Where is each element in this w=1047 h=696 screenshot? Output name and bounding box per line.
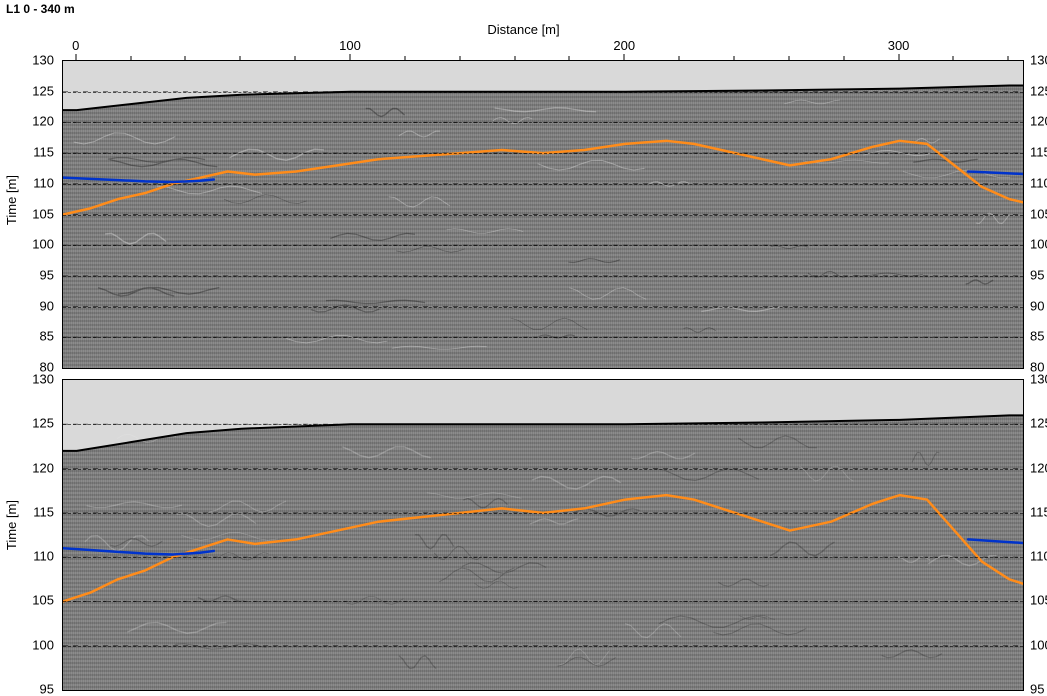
- y-tick-label: 120: [1022, 114, 1047, 129]
- y-tick-label: 85: [24, 329, 62, 344]
- y-tick-label: 90: [1022, 298, 1047, 313]
- y-axis-label-bottom: Time [m]: [4, 500, 19, 550]
- y-tick-label: 100: [24, 237, 62, 252]
- y-axis-label-top: Time [m]: [4, 175, 19, 225]
- panel-bottom: 9595100100105105110110115115120120125125…: [62, 379, 1022, 689]
- page-title: L1 0 - 340 m: [6, 2, 75, 16]
- gridline: [63, 245, 1023, 246]
- gridline: [63, 215, 1023, 216]
- y-tick-label: 95: [1022, 682, 1047, 696]
- y-tick-label: 105: [1022, 593, 1047, 608]
- y-tick-label: 95: [24, 682, 62, 696]
- series-blue-layer-right: [968, 539, 1023, 543]
- y-tick-label: 100: [1022, 237, 1047, 252]
- y-tick-label: 125: [24, 83, 62, 98]
- series-blue-layer-right: [968, 172, 1023, 174]
- panel-top: 8080858590909595100100105105110110115115…: [62, 60, 1022, 367]
- y-tick-label: 85: [1022, 329, 1047, 344]
- y-tick-label: 130: [1022, 53, 1047, 68]
- gridline: [63, 307, 1023, 308]
- sky-polygon: [63, 61, 1023, 110]
- gridline: [63, 557, 1023, 558]
- y-tick-label: 105: [1022, 206, 1047, 221]
- panel-bottom-plot: [62, 379, 1024, 691]
- y-tick-label: 115: [1022, 145, 1047, 160]
- sky-polygon: [63, 380, 1023, 451]
- y-tick-label: 110: [1022, 549, 1047, 564]
- series-orange-layer: [63, 141, 1023, 215]
- x-tick-label: 0: [72, 38, 79, 53]
- y-tick-label: 110: [1022, 175, 1047, 190]
- y-tick-label: 100: [24, 637, 62, 652]
- y-tick-label: 120: [1022, 460, 1047, 475]
- x-axis-label: Distance [m]: [487, 22, 559, 37]
- y-tick-label: 110: [24, 549, 62, 564]
- y-tick-label: 120: [24, 114, 62, 129]
- y-tick-label: 95: [24, 267, 62, 282]
- gridline: [63, 92, 1023, 93]
- y-tick-label: 105: [24, 206, 62, 221]
- y-tick-label: 90: [24, 298, 62, 313]
- y-tick-label: 125: [1022, 416, 1047, 431]
- y-tick-label: 110: [24, 175, 62, 190]
- y-tick-label: 100: [1022, 637, 1047, 652]
- y-tick-label: 130: [24, 372, 62, 387]
- reflectors: [74, 100, 1010, 349]
- gridline: [63, 122, 1023, 123]
- gridline: [63, 424, 1023, 425]
- y-tick-label: 125: [24, 416, 62, 431]
- gridline: [63, 646, 1023, 647]
- gridline: [63, 153, 1023, 154]
- gridline: [63, 601, 1023, 602]
- y-tick-label: 130: [24, 53, 62, 68]
- y-tick-label: 125: [1022, 83, 1047, 98]
- y-tick-label: 115: [1022, 504, 1047, 519]
- y-tick-label: 115: [24, 145, 62, 160]
- panel-bottom-overlay: [63, 380, 1023, 690]
- x-tick-label: 200: [613, 38, 635, 53]
- y-tick-label: 105: [24, 593, 62, 608]
- panel-top-plot: [62, 60, 1024, 369]
- x-axis-ticks: 0 100 200 300: [62, 38, 1022, 58]
- y-tick-label: 95: [1022, 267, 1047, 282]
- y-tick-label: 130: [1022, 372, 1047, 387]
- x-tick-label: 300: [888, 38, 910, 53]
- gridline: [63, 337, 1023, 338]
- y-tick-label: 115: [24, 504, 62, 519]
- gridline: [63, 184, 1023, 185]
- gridline: [63, 276, 1023, 277]
- gridline: [63, 513, 1023, 514]
- x-tick-label: 100: [339, 38, 361, 53]
- gridline: [63, 469, 1023, 470]
- y-tick-label: 120: [24, 460, 62, 475]
- series-orange-layer: [63, 495, 1023, 601]
- page: L1 0 - 340 m Distance [m] 0 100 200 300 Tim…: [0, 0, 1047, 696]
